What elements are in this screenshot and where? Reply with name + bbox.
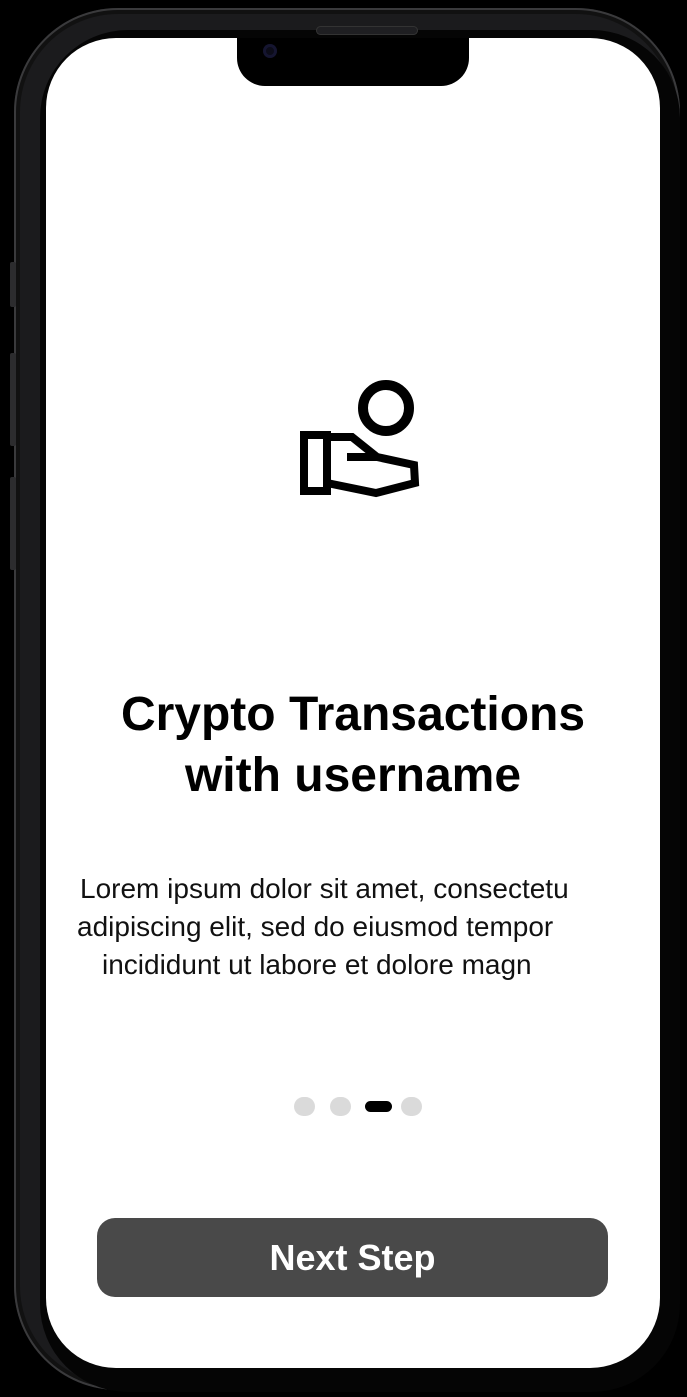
volume-down-button: [10, 477, 16, 570]
app-screen: Crypto Transactions with username Lorem …: [46, 38, 660, 1368]
page-dot-4[interactable]: [401, 1097, 422, 1116]
onboarding-description: Lorem ipsum dolor sit amet, consectetu a…: [68, 870, 660, 984]
description-line: adipiscing elit, sed do eiusmod tempor: [77, 911, 554, 942]
description-line: incididunt ut labore et dolore magn: [102, 949, 532, 980]
front-camera: [263, 44, 277, 58]
page-dot-3-active[interactable]: [365, 1101, 392, 1112]
volume-up-button: [10, 353, 16, 446]
title-line: with username: [184, 749, 522, 802]
notch: [237, 38, 469, 86]
description-line: Lorem ipsum dolor sit amet, consectetu: [80, 873, 569, 904]
page-dot-2[interactable]: [330, 1097, 351, 1116]
silent-switch: [10, 262, 16, 307]
onboarding-title: Crypto Transactions with username: [66, 684, 640, 806]
hand-coin-icon: [300, 380, 420, 498]
next-step-button[interactable]: Next Step: [97, 1218, 608, 1297]
page-dot-1[interactable]: [294, 1097, 315, 1116]
title-line: Crypto Transactions: [120, 688, 586, 741]
earpiece-speaker: [316, 26, 418, 35]
